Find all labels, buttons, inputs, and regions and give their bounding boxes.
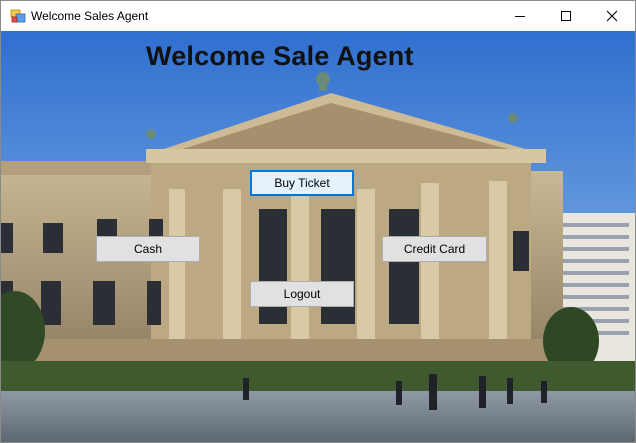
title-bar[interactable]: Welcome Sales Agent bbox=[1, 1, 635, 31]
form-client-area: Welcome Sale Agent Buy Ticket Cash Credi… bbox=[1, 31, 635, 442]
welcome-heading: Welcome Sale Agent bbox=[146, 41, 414, 71]
cash-button[interactable]: Cash bbox=[96, 236, 200, 262]
app-icon bbox=[10, 9, 26, 23]
minimize-icon bbox=[515, 16, 525, 17]
maximize-button[interactable] bbox=[543, 1, 589, 31]
window-title: Welcome Sales Agent bbox=[31, 9, 149, 23]
buy-ticket-button[interactable]: Buy Ticket bbox=[250, 170, 354, 196]
maximize-icon bbox=[561, 11, 571, 21]
close-icon bbox=[606, 10, 618, 22]
close-button[interactable] bbox=[589, 1, 635, 31]
minimize-button[interactable] bbox=[497, 1, 543, 31]
logout-button[interactable]: Logout bbox=[250, 281, 354, 307]
app-window: Welcome Sales Agent Welcome Sale Agent B… bbox=[0, 0, 636, 443]
credit-card-button[interactable]: Credit Card bbox=[382, 236, 487, 262]
